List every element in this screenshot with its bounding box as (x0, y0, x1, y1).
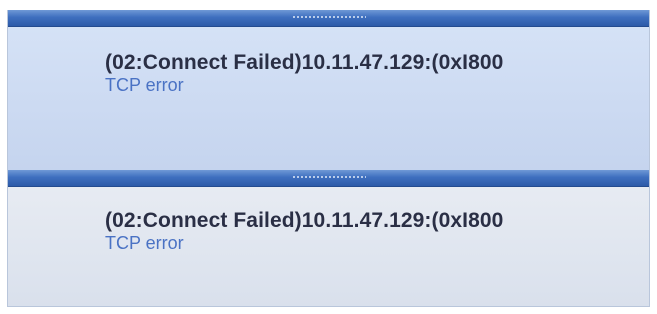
panel-header-bar[interactable] (8, 170, 649, 187)
drag-grip-icon[interactable] (291, 175, 366, 179)
drag-grip-icon[interactable] (291, 15, 366, 19)
error-detail: TCP error (105, 233, 184, 253)
notification-panel[interactable]: (02:Connect Failed)10.11.47.129:(0xI800 … (7, 170, 650, 307)
notification-body: (02:Connect Failed)10.11.47.129:(0xI800 … (8, 27, 649, 171)
notification-message: (02:Connect Failed)10.11.47.129:(0xI800 … (105, 51, 503, 95)
notification-stack: (02:Connect Failed)10.11.47.129:(0xI800 … (0, 0, 657, 314)
notification-panel[interactable]: (02:Connect Failed)10.11.47.129:(0xI800 … (7, 10, 650, 171)
notification-message: (02:Connect Failed)10.11.47.129:(0xI800 … (105, 209, 503, 253)
error-detail: TCP error (105, 75, 184, 95)
error-title: (02:Connect Failed)10.11.47.129:(0xI800 (105, 209, 504, 232)
panel-header-bar[interactable] (8, 10, 649, 27)
error-title: (02:Connect Failed)10.11.47.129:(0xI800 (105, 51, 504, 74)
notification-body: (02:Connect Failed)10.11.47.129:(0xI800 … (8, 187, 649, 306)
